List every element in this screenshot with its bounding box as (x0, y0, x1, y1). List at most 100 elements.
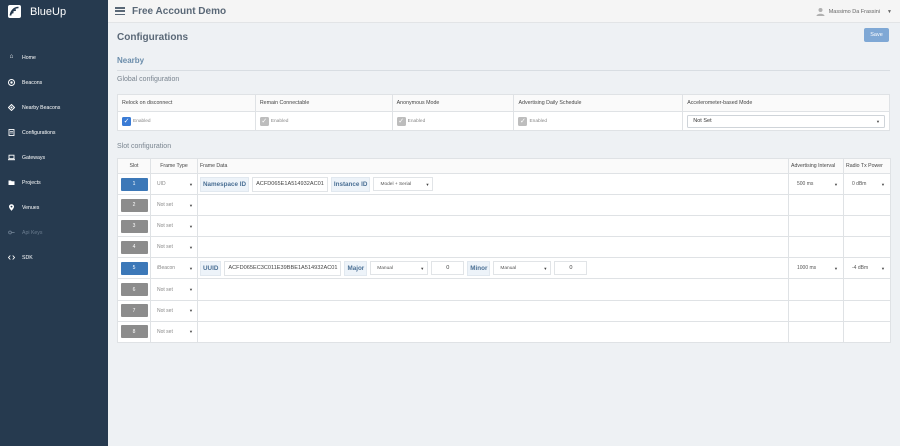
caret-down-icon: ▼ (881, 181, 885, 187)
radio-tx-power-cell (843, 236, 891, 259)
sidebar-item-label: Projects (22, 179, 41, 186)
sidebar-item-home[interactable]: ⌂ Home (0, 45, 108, 70)
frame-type-select[interactable]: iBeacon ▼ (153, 261, 195, 275)
caret-down-icon: ▼ (189, 287, 193, 293)
power-value: 0 dBm (852, 181, 867, 188)
slot-row: 4 Not set ▼ (117, 236, 891, 259)
frame-type-cell: Not set ▼ (150, 320, 198, 343)
field-select[interactable]: Manual ▼ (370, 261, 429, 276)
caret-down-icon: ▼ (420, 265, 425, 271)
slot-button[interactable]: 8 (120, 325, 148, 339)
radio-tx-power-select[interactable]: 0 dBm ▼ (846, 177, 888, 191)
sidebar-item-venues[interactable]: Venues (0, 195, 108, 220)
frame-type-cell: Not set ▼ (150, 194, 198, 217)
frame-type-select[interactable]: Not set ▼ (153, 283, 195, 297)
radio-tx-power-cell (843, 215, 891, 238)
sidebar-item-api-keys: Api Keys (0, 220, 108, 245)
global-config-table: Relock on disconnect Remain Connectable An… (117, 94, 890, 131)
field-select[interactable]: Model + Serial ▼ (373, 177, 434, 192)
frame-data-fields: UUID ACFD065EC3C011E39BBE1A514932AC01 Majo… (200, 260, 786, 277)
save-button[interactable]: Save (864, 28, 889, 42)
field-select[interactable]: Manual ▼ (493, 261, 552, 276)
relock-on-disconnect-checkbox[interactable]: ✓ Enabled (122, 116, 251, 126)
sidebar: BlueUp ⌂ Home Beacons Nearby Beacons Configu… (0, 0, 108, 446)
frame-data-cell: Namespace ID ACFD065E1A514932AC01 Instance… (197, 172, 789, 196)
frame-type-select[interactable]: Not set ▼ (153, 240, 195, 254)
sidebar-item-projects[interactable]: Projects (0, 170, 108, 195)
menu-toggle-icon[interactable] (115, 7, 125, 15)
caret-down-icon: ▼ (876, 118, 880, 124)
frame-type-cell: Not set ▼ (150, 236, 198, 259)
frame-type-value: Not set (157, 286, 173, 293)
field-select-value: Manual (500, 265, 517, 271)
advertising-interval-cell (788, 236, 844, 259)
slot-cell: 1 (117, 172, 151, 196)
radio-tx-power-select[interactable]: -4 dBm ▼ (846, 261, 888, 275)
field-number[interactable]: 0 (431, 261, 465, 276)
advertising-interval-select[interactable]: 1000 ms ▼ (791, 261, 841, 275)
frame-type-cell: Not set ▼ (150, 299, 198, 322)
anonymous-mode-checkbox[interactable]: ✓ Enabled (396, 116, 510, 126)
checkmark-icon: ✓ (518, 116, 528, 126)
document-icon (8, 129, 15, 136)
frame-type-select[interactable]: Not set ▼ (153, 198, 195, 212)
sidebar-item-label: Venues (22, 204, 40, 211)
field-number[interactable]: 0 (554, 261, 588, 276)
frame-type-select[interactable]: Not set ▼ (153, 325, 195, 339)
sidebar-item-nearby-beacons[interactable]: Nearby Beacons (0, 95, 108, 120)
caret-down-icon: ▼ (543, 265, 548, 271)
frame-type-select[interactable]: Not set ▼ (153, 219, 195, 233)
checkbox-label: Enabled (529, 118, 548, 124)
home-icon: ⌂ (9, 53, 14, 61)
advertising-daily-schedule-checkbox[interactable]: ✓ Enabled (518, 116, 678, 126)
slot-cell: 6 (117, 278, 151, 301)
sidebar-item-label: Gateways (22, 154, 46, 161)
sidebar-item-label: Home (22, 54, 36, 61)
section-divider (117, 70, 890, 71)
map-marker-icon (8, 204, 15, 211)
slot-button[interactable]: 5 (120, 261, 148, 275)
relock-on-disconnect-header: Relock on disconnect (117, 94, 256, 112)
sidebar-item-sdk[interactable]: SDK (0, 245, 108, 270)
slot-cell: 2 (117, 194, 151, 217)
caret-down-icon: ▼ (189, 308, 193, 314)
caret-down-icon: ▼ (189, 329, 193, 335)
slot-row: 5 iBeacon ▼ UUID ACFD065EC3C011E39BBE1A51493… (117, 257, 891, 280)
user-menu[interactable]: Massimo Da Frassini ▼ (816, 0, 892, 23)
slot-button[interactable]: 3 (120, 219, 148, 233)
advertising-interval-cell (788, 320, 844, 343)
advertising-interval-select[interactable]: 500 ms ▼ (791, 177, 841, 191)
sidebar-nav: ⌂ Home Beacons Nearby Beacons Configurations… (0, 45, 108, 270)
field-input[interactable]: ACFD065EC3C011E39BBE1A514932AC01 (224, 260, 342, 276)
slot-row: 2 Not set ▼ (117, 194, 891, 217)
accelerometer-based-mode-select[interactable]: Not Set ▼ (687, 114, 885, 128)
slot-button[interactable]: 7 (120, 304, 148, 318)
frame-type-select[interactable]: UID ▼ (153, 177, 195, 191)
field-input[interactable]: ACFD065E1A514932AC01 (252, 176, 328, 192)
chevron-down-icon: ▼ (887, 8, 892, 15)
brand-name: BlueUp (30, 5, 67, 18)
field-label: Namespace ID (200, 176, 250, 192)
field-label: UUID (200, 260, 222, 276)
frame-type-cell: iBeacon ▼ (150, 257, 198, 280)
slot-row: 3 Not set ▼ (117, 215, 891, 238)
caret-down-icon: ▼ (189, 244, 193, 250)
sidebar-item-label: SDK (22, 254, 33, 261)
brand[interactable]: BlueUp (0, 0, 108, 23)
frame-type-value: Not set (157, 328, 173, 335)
frame-type-select[interactable]: Not set ▼ (153, 304, 195, 318)
sidebar-item-gateways[interactable]: Gateways (0, 145, 108, 170)
remain-connectable-checkbox[interactable]: ✓ Enabled (259, 116, 388, 126)
slot-button[interactable]: 4 (120, 240, 148, 254)
slot-button[interactable]: 2 (120, 198, 148, 212)
slot-row: 1 UID ▼ Namespace ID ACFD065E1A514932AC01 Ins… (117, 172, 891, 196)
slot-cell: 5 (117, 257, 151, 280)
slot-button[interactable]: 1 (120, 177, 148, 191)
slot-button[interactable]: 6 (120, 283, 148, 297)
frame-data-cell (197, 320, 789, 343)
sidebar-item-beacons[interactable]: Beacons (0, 70, 108, 95)
sidebar-item-configurations[interactable]: Configurations (0, 120, 108, 145)
remain-connectable-header: Remain Connectable (254, 94, 393, 112)
field-label: Instance ID (330, 176, 371, 192)
relock-on-disconnect-cell: ✓ Enabled (117, 111, 256, 131)
